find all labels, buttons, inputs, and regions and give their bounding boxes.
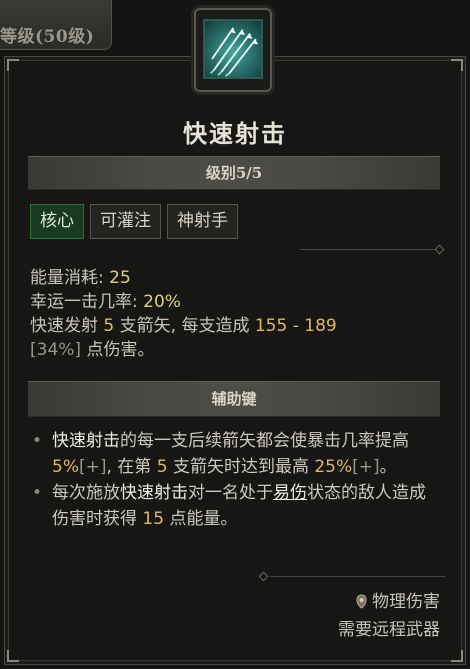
energy-cost-value: 25 xyxy=(109,268,131,288)
character-level-tab[interactable]: 等级(50级) xyxy=(0,0,112,50)
bullet-text: , 在第 xyxy=(106,457,157,477)
bullet-text: 支箭矢时达到最高 xyxy=(167,457,315,477)
arrow-count: 5 xyxy=(103,316,115,336)
modifier-list: 快速射击的每一支后续箭矢都会使暴击几率提高 5%[+], 在第 5 支箭矢时达到… xyxy=(30,428,450,532)
skill-tags: 核心 可灌注 神射手 xyxy=(30,204,238,239)
skill-title: 快速射击 xyxy=(183,119,287,148)
expand-plus[interactable]: [+] xyxy=(79,457,107,477)
skill-level-label: 级别5/5 xyxy=(205,164,263,182)
weapon-requirement: 需要远程武器 xyxy=(338,620,440,640)
vulnerable-keyword-link[interactable]: 易伤 xyxy=(273,483,307,503)
skill-name-ref: 快速射击 xyxy=(120,483,188,503)
damage-type-label: 物理伤害 xyxy=(372,592,440,612)
skill-level-band: 级别5/5 xyxy=(28,156,440,190)
energy-cost-label: 能量消耗: xyxy=(30,268,110,288)
damage-percent: [34%] xyxy=(30,340,82,360)
character-level-label: 等级(50级) xyxy=(0,27,95,47)
bullet-text: 点能量。 xyxy=(164,509,238,529)
crit-max-value: 25% xyxy=(314,457,353,477)
energy-cost-line: 能量消耗: 25 xyxy=(30,266,430,290)
modifier-bullet: 每次施放快速射击对一名处于易伤状态的敌人造成伤害时获得 15 点能量。 xyxy=(30,480,430,532)
arrow-number: 5 xyxy=(156,457,168,477)
energy-gain-value: 15 xyxy=(142,509,165,529)
damage-range: 155 - 189 xyxy=(254,316,337,336)
damage-type-line: 物理伤害 xyxy=(355,587,440,612)
desc-text: 支箭矢, 每支造成 xyxy=(114,316,255,336)
arrows-volley-icon xyxy=(203,19,263,79)
divider xyxy=(258,571,450,582)
divider xyxy=(300,244,450,255)
bullet-text: 的每一支后续箭矢都会使暴击几率提高 xyxy=(120,431,409,451)
skill-stats: 能量消耗: 25 幸运一击几率: 20% 快速发射 5 支箭矢, 每支造成 15… xyxy=(30,266,430,362)
tag-marksman[interactable]: 神射手 xyxy=(167,204,238,239)
crit-increase-value: 5% xyxy=(52,457,79,477)
corner-ornament xyxy=(451,650,463,662)
lucky-hit-value: 20% xyxy=(143,292,181,312)
skill-description: 快速发射 5 支箭矢, 每支造成 155 - 189 [34%] 点伤害。 xyxy=(30,314,430,362)
skill-name-ref: 快速射击 xyxy=(52,431,120,451)
corner-ornament xyxy=(7,650,19,662)
modifier-bullet: 快速射击的每一支后续箭矢都会使暴击几率提高 5%[+], 在第 5 支箭矢时达到… xyxy=(30,428,430,480)
tag-infusable[interactable]: 可灌注 xyxy=(90,204,161,239)
corner-ornament xyxy=(451,59,463,71)
lucky-hit-line: 幸运一击几率: 20% xyxy=(30,290,430,314)
desc-text: 快速发射 xyxy=(30,316,104,336)
bullet-text: 。 xyxy=(379,457,397,477)
tag-core[interactable]: 核心 xyxy=(30,204,84,239)
desc-text: 点伤害。 xyxy=(81,340,155,360)
modifier-band: 辅助键 xyxy=(28,381,440,417)
corner-ornament xyxy=(7,59,19,71)
expand-plus[interactable]: [+] xyxy=(352,457,380,477)
lucky-hit-label: 幸运一击几率: xyxy=(30,292,144,312)
modifier-header: 辅助键 xyxy=(211,390,257,408)
bullet-text: 每次施放 xyxy=(52,483,120,503)
skill-icon-frame xyxy=(194,8,272,92)
bullet-text: 对一名处于 xyxy=(188,483,273,503)
physical-damage-icon xyxy=(356,594,367,609)
